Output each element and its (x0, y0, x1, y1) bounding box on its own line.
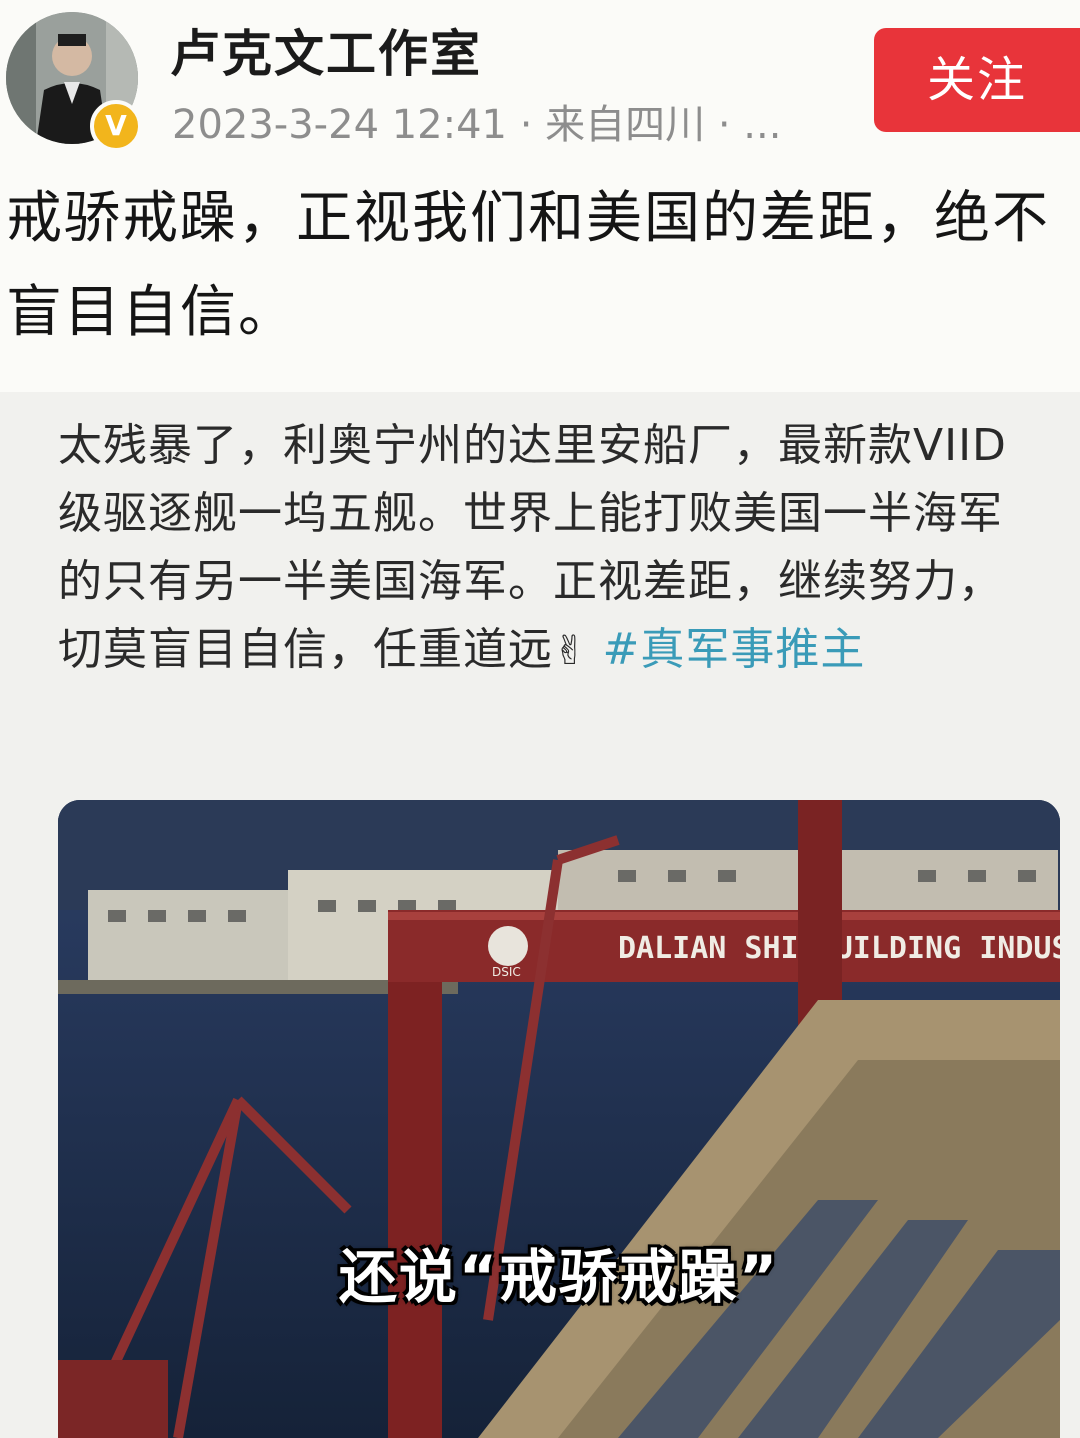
follow-button[interactable]: 关注 (874, 28, 1080, 132)
victory-hand-emoji: ✌ (553, 628, 588, 674)
video-subtitle: 还说“戒骄戒躁” (338, 1243, 780, 1311)
username[interactable]: 卢克文工作室 (170, 14, 482, 86)
post-header: V 卢克文工作室 2023-3-24 12:41 · 来自四川 · ... 关注 (0, 0, 1080, 160)
hashtag-link[interactable]: #真军事推主 (603, 624, 866, 675)
repost-text: 太残暴了，利奥宁州的达里安船厂，最新款VIID级驱逐舰一坞五舰。世界上能打败美国… (58, 412, 1028, 685)
verified-badge-icon: V (90, 100, 142, 152)
shipyard-logo-text: DSIC (492, 965, 521, 979)
shipyard-image: DALIAN SHIPBUILDING INDUSTRY DSIC (58, 800, 1060, 1438)
post-image[interactable]: DALIAN SHIPBUILDING INDUSTRY DSIC 还说“戒骄戒… (58, 800, 1060, 1438)
post-text: 戒骄戒躁，正视我们和美国的差距，绝不盲目自信。 (6, 186, 1050, 345)
post-meta: 2023-3-24 12:41 · 来自四川 · ... (172, 102, 782, 148)
